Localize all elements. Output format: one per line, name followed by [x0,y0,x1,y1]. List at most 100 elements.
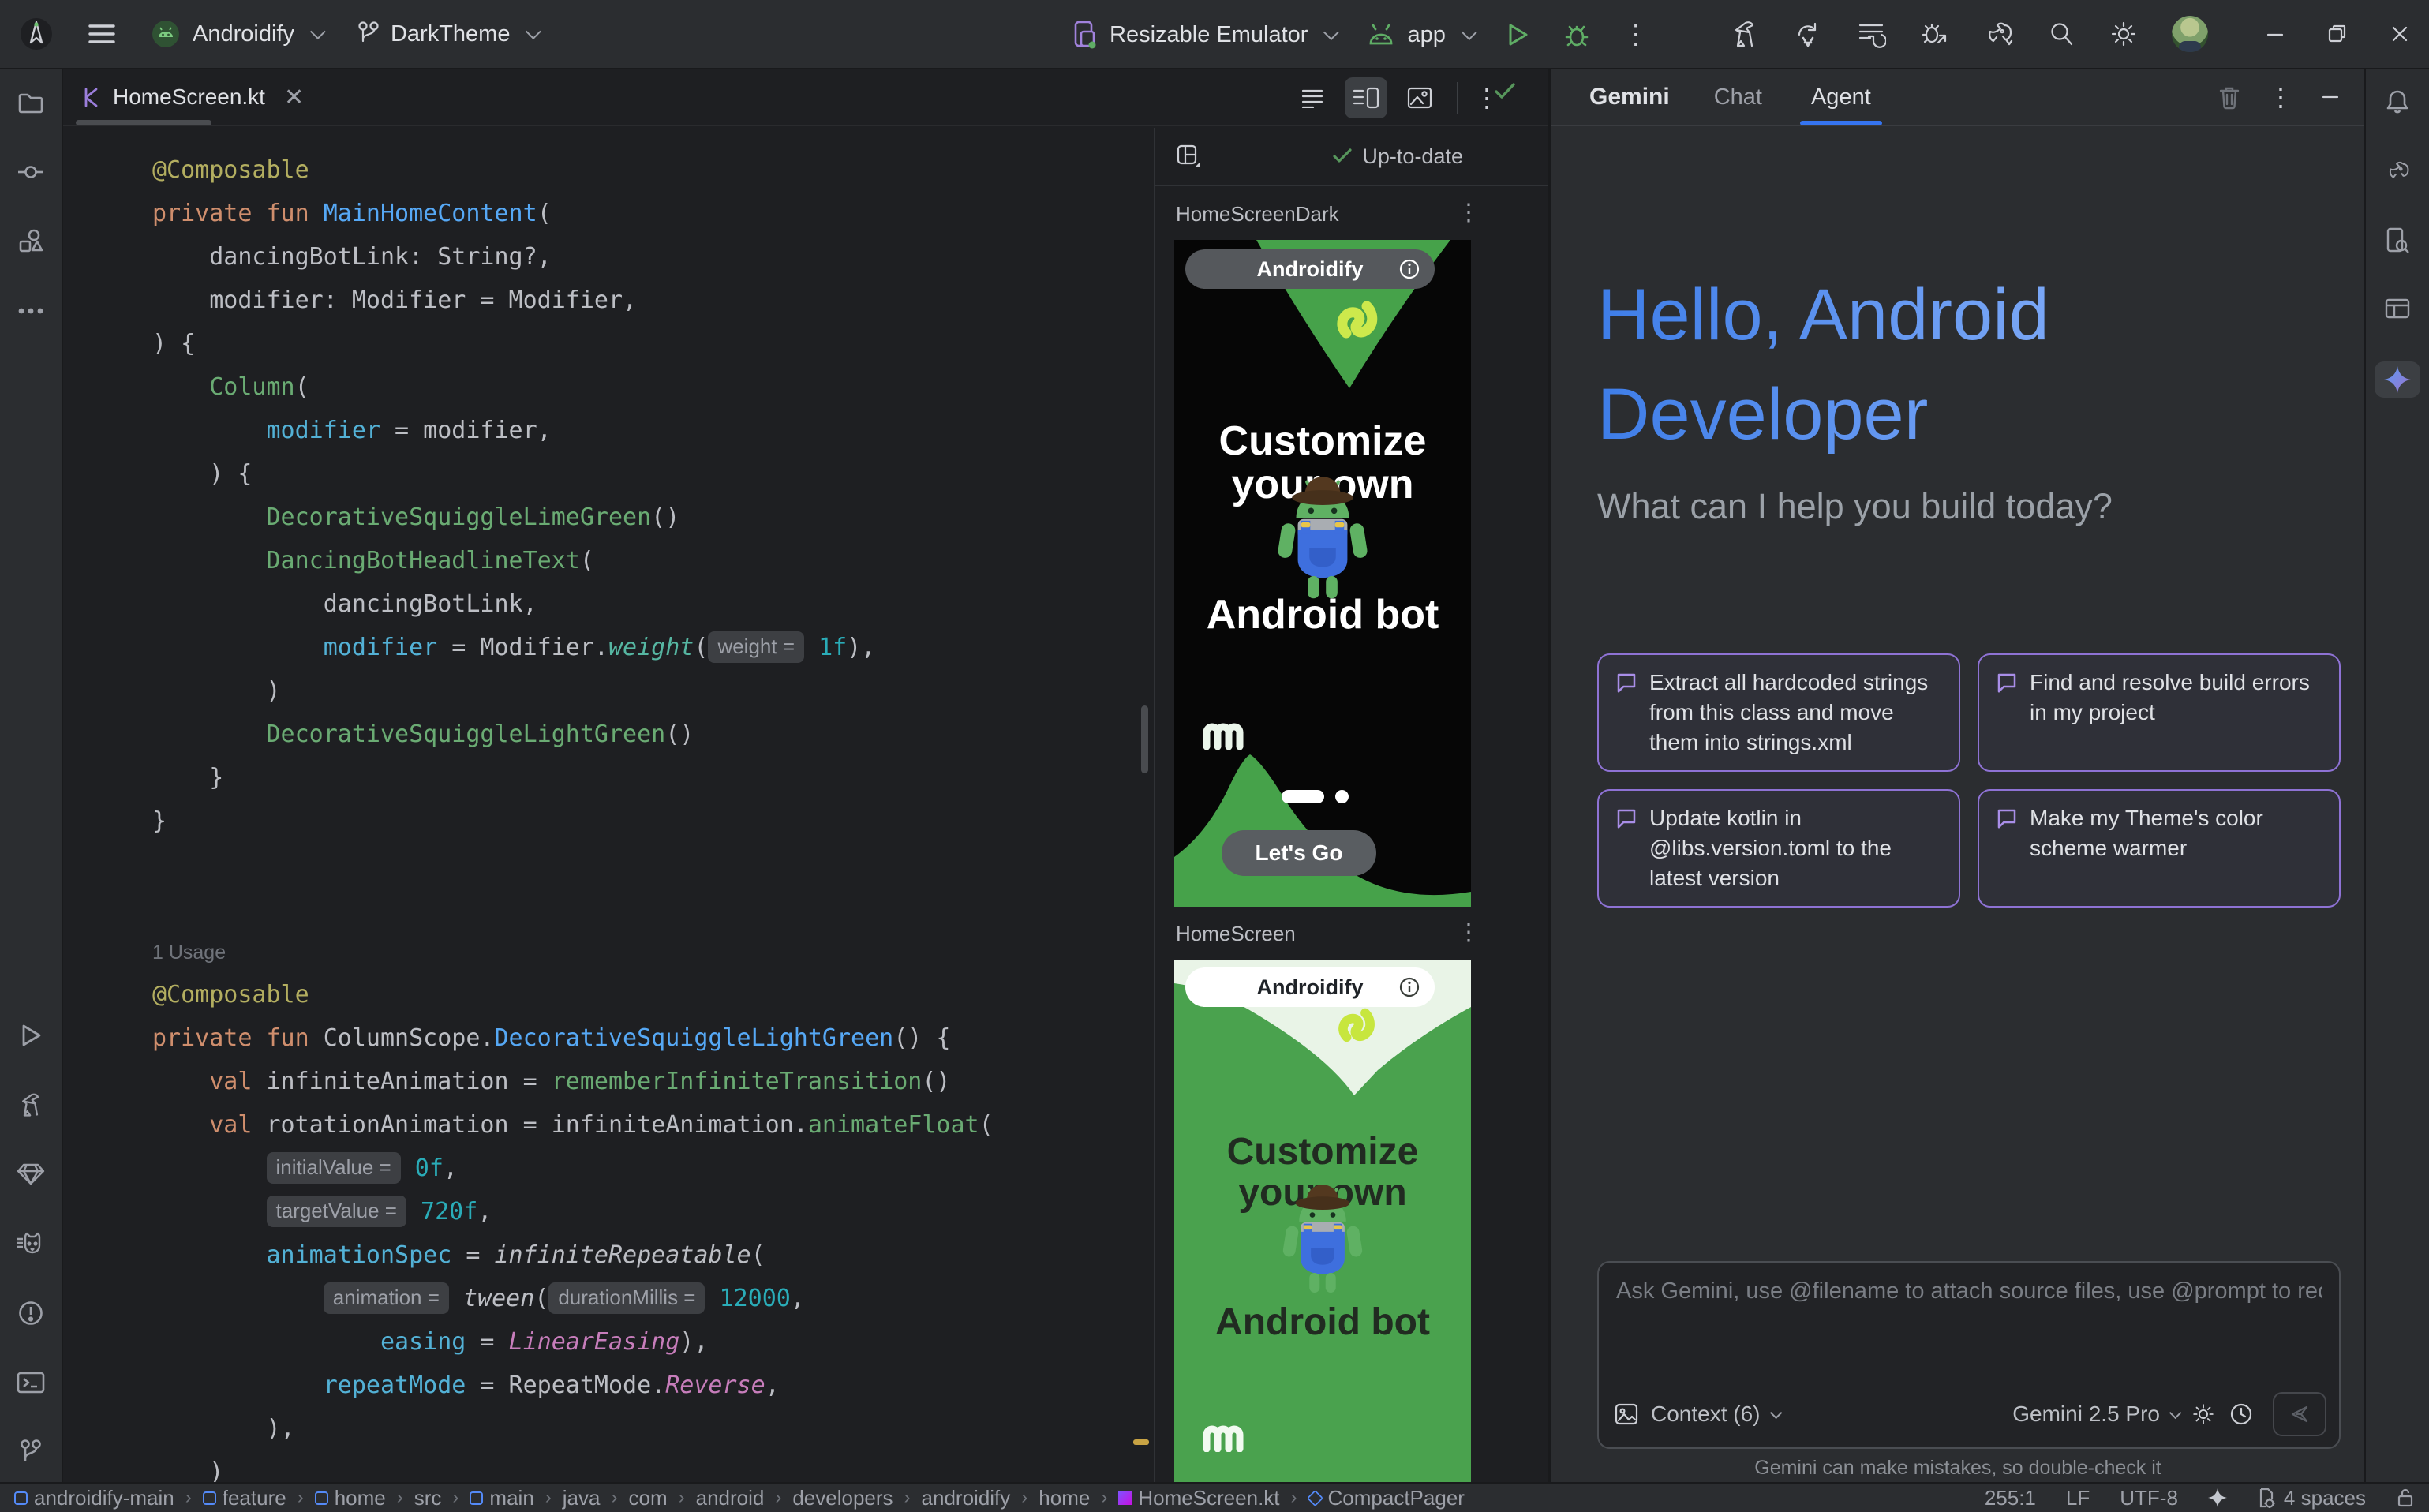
view-mode-code-icon[interactable] [1291,77,1334,118]
breadcrumb-item[interactable]: java [563,1486,601,1510]
main-menu-icon[interactable] [88,23,115,45]
run-tasks-icon[interactable] [1856,19,1886,49]
device-selector[interactable]: Resizable Emulator [1072,19,1334,51]
sync-icon[interactable] [1793,19,1823,49]
app-quality-insights-icon[interactable] [9,1158,53,1190]
suggestion-text: Extract all hardcoded strings from this … [1649,668,1943,758]
notifications-bell-icon[interactable] [2375,84,2420,120]
tab-close-icon[interactable]: ✕ [284,84,304,111]
indent-setting[interactable]: 4 spaces [2257,1486,2366,1510]
minimize-button[interactable] [2265,24,2285,44]
preview-phone-dark[interactable]: Androidify Customizeyour own Android bot… [1174,240,1471,907]
gradle-sync-icon[interactable] [1982,19,2014,49]
attach-debugger-icon[interactable] [1919,19,1949,49]
hide-panel-icon[interactable] [2320,87,2341,107]
suggestion-text: Update kotlin in @libs.version.toml to t… [1649,803,1943,893]
gemini-spark-icon[interactable] [2375,361,2420,398]
breadcrumb-item[interactable]: CompactPager [1308,1486,1465,1510]
breadcrumbs: androidify-main›feature›home›src›main›ja… [14,1486,1465,1510]
gemini-options-icon[interactable]: ⋮ [2268,82,2293,112]
code-lines: @Composableprivate fun MainHomeContent( … [152,148,1154,1482]
gemini-input-box[interactable]: Ask Gemini, use @filename to attach sour… [1597,1261,2341,1449]
suggestion-card[interactable]: Update kotlin in @libs.version.toml to t… [1597,789,1960,908]
settings-gear-icon[interactable] [2109,19,2139,49]
lock-icon[interactable] [2396,1487,2415,1509]
history-icon[interactable] [2229,1402,2254,1427]
build-tool-icon[interactable] [9,1089,53,1121]
info-icon[interactable] [1398,258,1420,280]
send-button[interactable] [2273,1392,2326,1436]
editor-scrollbar-thumb[interactable] [1141,705,1148,773]
breadcrumb-item[interactable]: feature [203,1486,286,1510]
breadcrumb-item[interactable]: androidify-main [14,1486,174,1510]
model-dropdown[interactable]: Gemini 2.5 Pro [2012,1402,2178,1427]
breadcrumb-item[interactable]: home [1039,1486,1090,1510]
breadcrumb-item[interactable]: home [315,1486,386,1510]
breadcrumb-item[interactable]: src [414,1486,442,1510]
more-run-actions-icon[interactable]: ⋮ [1622,19,1649,51]
project-icon [150,18,182,50]
horizontal-scrollbar[interactable] [76,120,211,125]
search-everywhere-icon[interactable] [2047,20,2075,48]
attach-context-icon[interactable] [1615,1403,1638,1425]
inspections-ok-icon[interactable] [1493,80,1517,101]
tab-homescreen-kt[interactable]: HomeScreen.kt ✕ [63,69,321,125]
build-icon[interactable] [1730,19,1760,49]
debug-button[interactable] [1563,21,1591,49]
file-encoding[interactable]: UTF-8 [2120,1486,2178,1510]
restore-button[interactable] [2326,23,2349,45]
preview-phone-light[interactable]: Androidify Customizeyour own Android bot [1174,960,1471,1482]
logcat-icon[interactable] [9,1228,53,1259]
close-button[interactable] [2390,24,2410,44]
view-mode-preview-icon[interactable] [1398,77,1441,118]
info-icon[interactable] [1398,976,1420,998]
line-separator[interactable]: LF [2066,1486,2090,1510]
code-line: @Composable [152,973,1154,1016]
android-bot-image [1278,1179,1367,1304]
suggestion-card[interactable]: Extract all hardcoded strings from this … [1597,653,1960,772]
code-line: Column( [152,365,1154,409]
commit-tool-icon[interactable] [9,156,53,188]
version-control-icon[interactable] [9,1436,53,1468]
kotlin-icon [1118,1491,1132,1505]
project-tool-icon[interactable] [9,87,53,118]
breadcrumb-item[interactable]: HomeScreen.kt [1118,1486,1279,1510]
status-bar: androidify-main›feature›home›src›main›ja… [0,1482,2429,1512]
user-avatar[interactable] [2172,16,2208,52]
gradle-icon[interactable] [2375,153,2420,189]
context-dropdown[interactable]: Context (6) [1651,1402,1779,1427]
tab-chat[interactable]: Chat [1708,69,1768,125]
vcs-branch-selector[interactable]: DarkTheme [356,21,537,47]
code-editor[interactable]: @Composableprivate fun MainHomeContent( … [63,128,1154,1482]
lets-go-button[interactable]: Let's Go [1222,830,1376,876]
tab-agent[interactable]: Agent [1805,69,1877,125]
run-configuration-selector[interactable]: app [1366,22,1472,48]
breadcrumb-item[interactable]: com [628,1486,667,1510]
running-devices-icon[interactable] [2375,292,2420,328]
view-mode-split-icon[interactable] [1345,77,1387,118]
code-line: private fun ColumnScope.DecorativeSquigg… [152,1016,1154,1060]
problems-icon[interactable] [9,1297,53,1329]
resource-manager-icon[interactable] [9,226,53,257]
suggestion-card[interactable]: Find and resolve build errors in my proj… [1978,653,2341,772]
gemini-panel-title: Gemini [1589,84,1670,110]
terminal-icon[interactable] [9,1367,53,1398]
gemini-status-spark-icon[interactable] [2208,1488,2227,1507]
project-selector[interactable]: Androidify [150,18,321,50]
branch-icon [356,21,380,47]
delete-conversation-icon[interactable] [2218,84,2241,110]
preview-options-icon[interactable]: ⋮ [1457,919,1480,946]
breadcrumb-item[interactable]: developers [792,1486,893,1510]
breadcrumb-item[interactable]: androidify [922,1486,1011,1510]
run-button[interactable] [1504,21,1531,48]
suggestion-card[interactable]: Make my Theme's color scheme warmer [1978,789,2341,908]
breadcrumb-item[interactable]: main [470,1486,533,1510]
layout-options-icon[interactable] [1176,144,1201,169]
more-tool-windows-icon[interactable] [9,295,53,327]
preview-options-icon[interactable]: ⋮ [1457,199,1480,226]
breadcrumb-item[interactable]: android [696,1486,765,1510]
run-tool-icon[interactable] [9,1020,53,1051]
device-explorer-icon[interactable] [2375,223,2420,259]
gemini-settings-icon[interactable] [2191,1402,2216,1427]
caret-position[interactable]: 255:1 [1985,1486,2036,1510]
